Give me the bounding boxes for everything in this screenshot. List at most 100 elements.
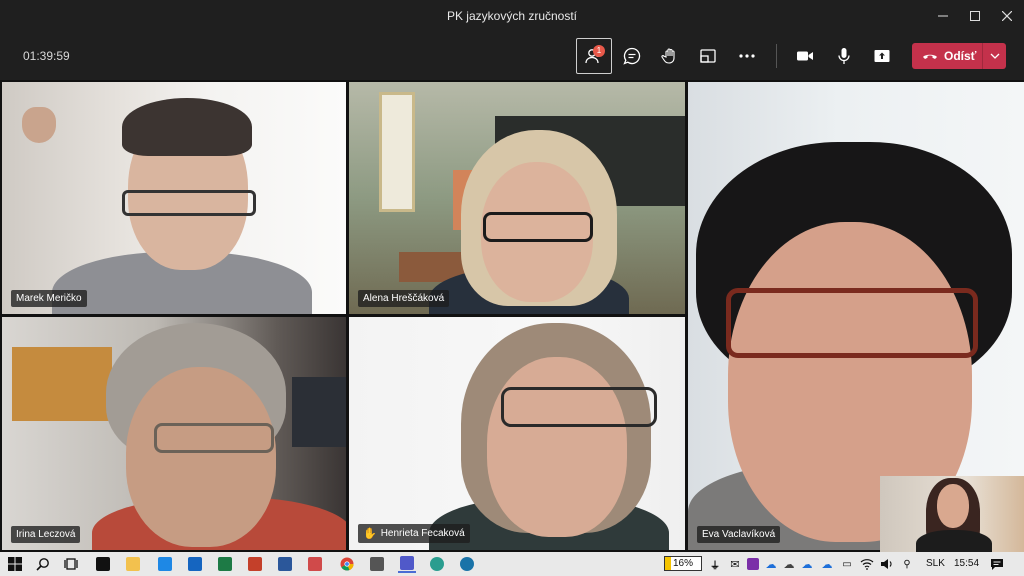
- chrome-button[interactable]: [338, 555, 356, 573]
- battery-fill: [665, 557, 671, 570]
- tray-icon[interactable]: [744, 555, 762, 573]
- edge-button[interactable]: [428, 555, 446, 573]
- notifications-button[interactable]: [988, 555, 1006, 573]
- participant-name-tag: Eva Vaclavíková: [697, 526, 781, 543]
- reactions-button[interactable]: [652, 38, 688, 74]
- tray-icon[interactable]: ⏚: [706, 555, 724, 573]
- leave-options-button[interactable]: [983, 53, 1006, 59]
- excel-icon: [218, 557, 232, 571]
- chrome-icon: [340, 557, 354, 571]
- word-icon: [278, 557, 292, 571]
- maximize-button[interactable]: [958, 0, 992, 32]
- calculator-icon: [370, 557, 384, 571]
- chevron-down-icon: [990, 53, 999, 59]
- leave-label: Odísť: [944, 49, 977, 63]
- tray-icon[interactable]: ⚲: [898, 555, 916, 573]
- leave-button[interactable]: Odísť: [912, 43, 1006, 69]
- microphone-icon: [838, 48, 850, 64]
- power-plug-icon: ⏚: [710, 560, 720, 572]
- tray-icon[interactable]: ▭: [838, 555, 856, 573]
- wifi-icon: [860, 559, 874, 570]
- onenote-icon: [747, 558, 759, 570]
- raised-hand-icon: ✋: [363, 528, 377, 540]
- tray-icon[interactable]: ☁: [798, 555, 816, 573]
- taskbar-app[interactable]: [156, 555, 174, 573]
- wall-decoration: [22, 107, 56, 143]
- self-view[interactable]: [880, 476, 1024, 552]
- mail-tray-icon: ✉: [730, 558, 740, 571]
- edge-icon: [430, 557, 444, 571]
- minimize-icon: [938, 15, 948, 17]
- taskbar-app[interactable]: [306, 555, 324, 573]
- camera-button[interactable]: [787, 38, 823, 74]
- app-icon: [308, 557, 322, 571]
- video-tile[interactable]: Irina Leczová: [2, 317, 346, 550]
- app-icon: [460, 557, 474, 571]
- leave-main[interactable]: Odísť: [912, 49, 982, 63]
- taskbar-app[interactable]: [458, 555, 476, 573]
- video-stage: Marek Meričko Alena Hreščáková Eva Vacla…: [0, 80, 1024, 552]
- powerpoint-icon: [248, 557, 262, 571]
- taskbar-clock[interactable]: 15:54: [954, 558, 979, 569]
- input-language[interactable]: SLK: [926, 558, 945, 569]
- participant-name-tag: Marek Meričko: [11, 290, 87, 307]
- video-tile[interactable]: ✋ Henrieta Fecaková: [349, 317, 685, 550]
- calculator-button[interactable]: [368, 555, 386, 573]
- participants-button[interactable]: 1: [576, 38, 612, 74]
- close-button[interactable]: [990, 0, 1024, 32]
- participant-name: Henrieta Fecaková: [380, 528, 465, 539]
- maximize-icon: [970, 11, 980, 21]
- task-view-icon: [64, 558, 78, 570]
- raise-hand-icon: [661, 48, 675, 64]
- tray-icon[interactable]: ☁: [762, 555, 780, 573]
- mail-button[interactable]: [186, 555, 204, 573]
- search-button[interactable]: [34, 555, 52, 573]
- task-view-button[interactable]: [62, 555, 80, 573]
- participant-name: Irina Leczová: [16, 529, 76, 540]
- powerpoint-button[interactable]: [246, 555, 264, 573]
- close-icon: [1002, 11, 1012, 21]
- battery-indicator[interactable]: 16%: [664, 556, 702, 571]
- video-tile[interactable]: Alena Hreščáková: [349, 82, 685, 314]
- file-explorer-button[interactable]: [124, 555, 142, 573]
- toolbar-separator: [776, 44, 777, 68]
- more-actions-button[interactable]: [729, 38, 765, 74]
- meeting-toolbar: 01:39:59 1 Odísť: [0, 32, 1024, 80]
- app-icon: [158, 557, 172, 571]
- title-bar: PK jazykových zručností: [0, 0, 1024, 32]
- window-decoration: [379, 92, 415, 212]
- video-tile[interactable]: Marek Meričko: [2, 82, 346, 314]
- share-screen-button[interactable]: [864, 38, 900, 74]
- participant-name: Alena Hreščáková: [363, 293, 445, 304]
- start-button[interactable]: [6, 555, 24, 573]
- teams-button[interactable]: [398, 555, 416, 573]
- tray-icon[interactable]: ✉: [726, 555, 744, 573]
- cloud-icon: ☁: [783, 558, 795, 571]
- rooms-button[interactable]: [690, 38, 726, 74]
- tray-icon[interactable]: ☁: [818, 555, 836, 573]
- chat-button[interactable]: [614, 38, 650, 74]
- wifi-button[interactable]: [858, 555, 876, 573]
- excel-button[interactable]: [216, 555, 234, 573]
- chat-icon: [623, 47, 641, 65]
- mail-icon: [188, 557, 202, 571]
- windows-logo-icon: [8, 557, 22, 571]
- app-icon: [96, 557, 110, 571]
- cloud-icon: ☁: [821, 558, 833, 571]
- window-title: PK jazykových zručností: [446, 9, 578, 23]
- minimize-button[interactable]: [926, 0, 960, 32]
- windows-taskbar: 16% ⏚ ✉ ☁ ☁ ☁ ☁ ▭ ⚲ SLK 15:54: [0, 552, 1024, 576]
- taskbar-app[interactable]: [94, 555, 112, 573]
- microphone-button[interactable]: [826, 38, 862, 74]
- tray-icon[interactable]: ☁: [780, 555, 798, 573]
- more-icon: [739, 54, 755, 58]
- self-view-face: [937, 484, 969, 528]
- wall-painting: [12, 347, 112, 421]
- search-icon: [36, 558, 49, 571]
- meeting-timer: 01:39:59: [23, 49, 70, 63]
- word-button[interactable]: [276, 555, 294, 573]
- network-icon: ⚲: [903, 558, 911, 570]
- hang-up-icon: [923, 54, 937, 59]
- volume-button[interactable]: [878, 555, 896, 573]
- participant-name-tag: Irina Leczová: [11, 526, 81, 543]
